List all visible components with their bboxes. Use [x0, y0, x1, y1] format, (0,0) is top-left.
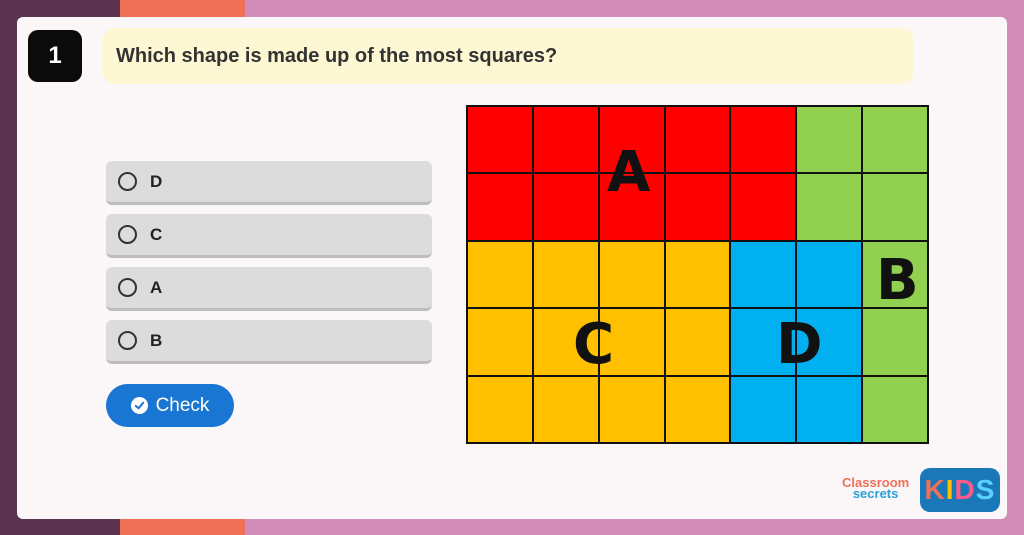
radio-button-icon[interactable] — [118, 172, 137, 191]
grid-cell-a — [664, 106, 731, 174]
question-number: 1 — [28, 30, 82, 82]
grid-cell-d — [730, 240, 797, 309]
grid-cell-a — [467, 173, 533, 241]
shape-grid — [466, 105, 929, 444]
option-label: D — [150, 171, 163, 191]
grid-cell-b — [862, 173, 928, 241]
logo-text-kids: KIDS — [925, 474, 996, 506]
grid-cell-d — [796, 240, 863, 309]
grid-cell-b — [796, 173, 863, 241]
option-c[interactable]: C — [106, 214, 432, 258]
grid-cell-a — [664, 173, 731, 241]
grid-cell-c — [532, 240, 599, 309]
grid-cell-c — [598, 240, 665, 309]
classroom-secrets-logo: Classroom secrets — [842, 476, 909, 500]
grid-cell-b — [862, 106, 928, 174]
grid-cell-b — [862, 308, 928, 376]
grid-cell-c — [664, 375, 731, 443]
option-a[interactable]: A — [106, 267, 432, 311]
grid-cell-b — [796, 106, 863, 174]
shape-label-c: C — [573, 312, 615, 377]
grid-cell-a — [532, 106, 599, 174]
kids-letter: D — [954, 474, 976, 505]
check-button[interactable]: Check — [106, 384, 234, 427]
kids-letter: S — [975, 474, 996, 505]
shape-label-d: D — [776, 312, 823, 377]
radio-button-icon[interactable] — [118, 278, 137, 297]
radio-button-icon[interactable] — [118, 225, 137, 244]
question-text: Which shape is made up of the most squar… — [102, 28, 914, 84]
shape-label-a: A — [607, 140, 651, 205]
grid-cell-d — [730, 375, 797, 443]
grid-cell-c — [467, 375, 533, 443]
grid-cell-a — [532, 173, 599, 241]
grid-cell-a — [467, 106, 533, 174]
option-label: B — [150, 330, 163, 350]
grid-cell-c — [664, 240, 731, 309]
check-button-label: Check — [155, 394, 210, 416]
option-label: C — [150, 224, 163, 244]
option-b[interactable]: B — [106, 320, 432, 364]
grid-cell-c — [467, 240, 533, 309]
radio-button-icon[interactable] — [118, 331, 137, 350]
option-d[interactable]: D — [106, 161, 432, 205]
grid-cell-c — [598, 375, 665, 443]
grid-cell-c — [532, 375, 599, 443]
grid-cell-a — [730, 106, 797, 174]
shape-label-b: B — [876, 248, 919, 313]
grid-cell-c — [664, 308, 731, 376]
kids-letter: I — [945, 474, 955, 505]
option-label: A — [150, 277, 163, 297]
grid-cell-c — [467, 308, 533, 376]
grid-cell-b — [862, 375, 928, 443]
check-circle-icon — [130, 397, 148, 414]
grid-cell-d — [796, 375, 863, 443]
kids-logo: KIDS — [920, 468, 1000, 512]
kids-letter: K — [924, 474, 946, 505]
grid-cell-a — [730, 173, 797, 241]
